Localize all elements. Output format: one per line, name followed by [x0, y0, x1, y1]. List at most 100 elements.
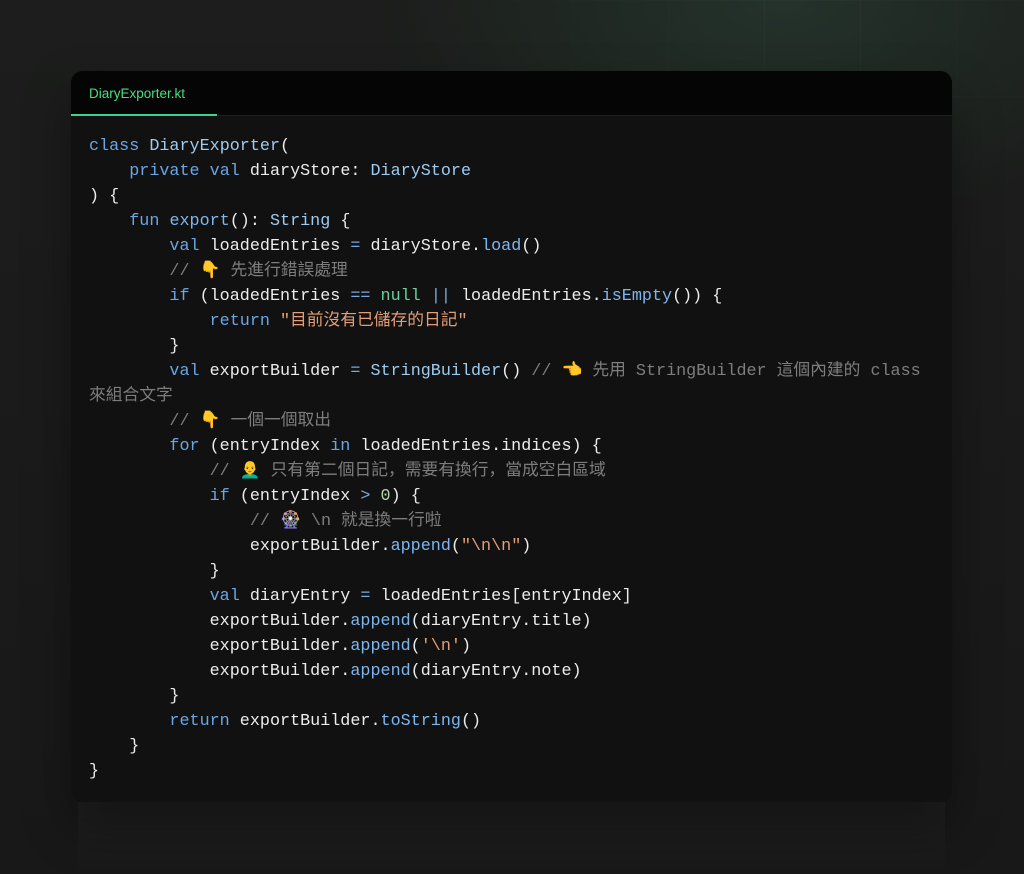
code-text: loadedEntries — [199, 237, 351, 256]
code-card: DiaryExporter.kt class DiaryExporter( pr… — [71, 71, 952, 802]
operator-token: == — [350, 287, 371, 306]
comment-token: // 👨‍🦲 只有第二個日記，需要有換行，當成空白區域 — [209, 462, 606, 481]
code-line: // 👇 先進行錯誤處理 — [89, 259, 934, 284]
code-text: } — [89, 337, 180, 356]
function-token: isEmpty — [601, 287, 673, 306]
operator-token: = — [350, 237, 361, 256]
code-line: fun export(): String { — [89, 209, 934, 234]
keyword-token: val — [209, 162, 240, 181]
code-line: } — [89, 759, 934, 784]
keyword-token: fun — [129, 212, 160, 231]
tab-file-diaryexporter[interactable]: DiaryExporter.kt — [71, 71, 217, 115]
code-text: ( — [410, 637, 421, 656]
keyword-token: val — [169, 237, 200, 256]
code-text: exportBuilder. — [89, 637, 351, 656]
code-text: (diaryEntry.note) — [410, 662, 582, 681]
code-line: return "目前沒有已儲存的日記" — [89, 309, 934, 334]
keyword-token: class — [89, 137, 140, 156]
code-line: exportBuilder.append('\n') — [89, 634, 934, 659]
code-line: // 👇 一個一個取出 — [89, 409, 934, 434]
keyword-token: in — [330, 437, 351, 456]
code-text: () — [460, 712, 482, 731]
code-text: } — [89, 762, 100, 781]
code-line: val diaryEntry = loadedEntries[entryInde… — [89, 584, 934, 609]
code-text: () — [521, 237, 542, 256]
code-line: exportBuilder.append(diaryEntry.note) — [89, 659, 934, 684]
keyword-token: if — [169, 287, 190, 306]
function-token: append — [350, 612, 411, 631]
code-line: // 🎡 \n 就是換一行啦 — [89, 509, 934, 534]
code-text: exportBuilder. — [89, 612, 351, 631]
keyword-token: for — [169, 437, 200, 456]
keyword-token: return — [169, 712, 230, 731]
code-line: ) { — [89, 184, 934, 209]
function-token: export — [169, 212, 230, 231]
code-text: () — [501, 362, 532, 381]
comment-token: // 🎡 \n 就是換一行啦 — [249, 512, 442, 531]
code-line: if (loadedEntries == null || loadedEntri… — [89, 284, 934, 309]
code-line: } — [89, 684, 934, 709]
code-text: (diaryEntry.title) — [410, 612, 592, 631]
code-line: } — [89, 734, 934, 759]
code-text: loadedEntries[entryIndex] — [370, 587, 632, 606]
code-text: ()) { — [672, 287, 723, 306]
function-token: append — [350, 637, 411, 656]
function-token: append — [350, 662, 411, 681]
keyword-token: return — [209, 312, 270, 331]
code-line: exportBuilder.append("\n\n") — [89, 534, 934, 559]
code-line: val loadedEntries = diaryStore.load() — [89, 234, 934, 259]
type-token: StringBuilder — [370, 362, 502, 381]
code-line: class DiaryExporter( — [89, 134, 934, 159]
code-body: class DiaryExporter( private val diarySt… — [71, 116, 952, 802]
keyword-token: private — [129, 162, 200, 181]
code-line: } — [89, 559, 934, 584]
type-token: DiaryExporter — [149, 137, 280, 156]
operator-token: = — [350, 362, 361, 381]
code-line: if (entryIndex > 0) { — [89, 484, 934, 509]
code-line: } — [89, 334, 934, 359]
keyword-token: val — [169, 362, 200, 381]
code-text: } — [89, 737, 140, 756]
string-token: "目前沒有已儲存的日記" — [280, 312, 468, 331]
code-text: (entryIndex — [199, 437, 331, 456]
code-line: val exportBuilder = StringBuilder() // 👈… — [89, 359, 934, 409]
comment-token: // 👇 一個一個取出 — [169, 412, 331, 431]
code-text: (): — [229, 212, 270, 231]
keyword-token: if — [209, 487, 230, 506]
string-token: '\n' — [420, 637, 461, 656]
code-text: } — [89, 687, 180, 706]
code-text: ) { — [89, 187, 120, 206]
type-token: String — [269, 212, 331, 231]
function-token: append — [390, 537, 451, 556]
number-token: 0 — [380, 487, 391, 506]
keyword-token: val — [209, 587, 240, 606]
code-text: ) — [460, 637, 472, 656]
code-text: ( — [450, 537, 461, 556]
operator-token: || — [430, 287, 451, 306]
code-line: private val diaryStore: DiaryStore — [89, 159, 934, 184]
code-line: for (entryIndex in loadedEntries.indices… — [89, 434, 934, 459]
function-token: load — [481, 237, 522, 256]
code-text: (entryIndex — [229, 487, 361, 506]
code-line: // 👨‍🦲 只有第二個日記，需要有換行，當成空白區域 — [89, 459, 934, 484]
code-text: exportBuilder. — [89, 537, 391, 556]
tab-label: DiaryExporter.kt — [89, 85, 186, 101]
active-tab-indicator — [71, 114, 217, 116]
code-text: } — [89, 562, 220, 581]
code-text: exportBuilder. — [229, 712, 381, 731]
